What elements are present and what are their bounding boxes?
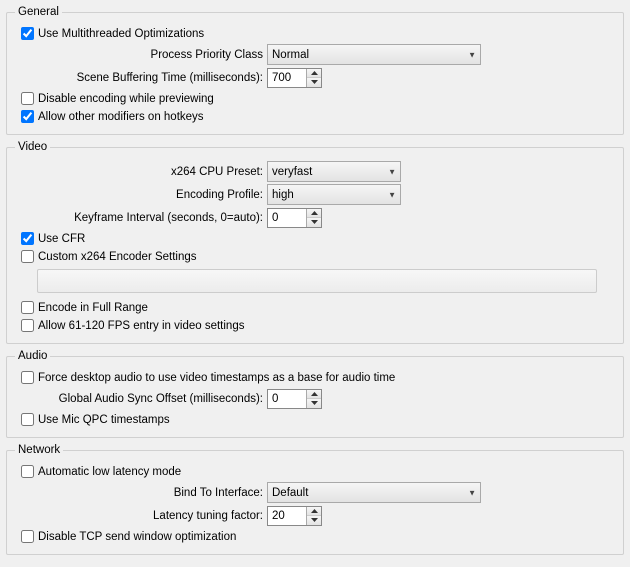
full-range-checkbox[interactable] (21, 301, 34, 314)
sync-input[interactable] (268, 390, 306, 408)
mic-qpc-label: Use Mic QPC timestamps (38, 414, 170, 426)
preset-select[interactable]: veryfast (267, 161, 401, 182)
network-legend: Network (15, 444, 63, 456)
general-group: General Use Multithreaded Optimizations … (6, 6, 624, 135)
use-cfr-label: Use CFR (38, 233, 85, 245)
disable-tcp-label: Disable TCP send window optimization (38, 531, 236, 543)
custom-x264-settings-box (37, 269, 597, 293)
force-desktop-checkbox[interactable] (21, 371, 34, 384)
video-legend: Video (15, 141, 50, 153)
allow-modifiers-row[interactable]: Allow other modifiers on hotkeys (21, 108, 615, 125)
spin-up-icon[interactable] (307, 390, 321, 400)
allow-61-120-checkbox[interactable] (21, 319, 34, 332)
keyframe-label: Keyframe Interval (seconds, 0=auto): (15, 212, 267, 224)
audio-group: Audio Force desktop audio to use video t… (6, 350, 624, 438)
mic-qpc-checkbox[interactable] (21, 413, 34, 426)
buffering-spinner[interactable] (267, 68, 322, 88)
use-multithreaded-row[interactable]: Use Multithreaded Optimizations (21, 25, 615, 42)
keyframe-spinner[interactable] (267, 208, 322, 228)
use-cfr-checkbox[interactable] (21, 232, 34, 245)
force-desktop-label: Force desktop audio to use video timesta… (38, 372, 395, 384)
network-group: Network Automatic low latency mode Bind … (6, 444, 624, 555)
allow-modifiers-checkbox[interactable] (21, 110, 34, 123)
custom-x264-label: Custom x264 Encoder Settings (38, 251, 197, 263)
use-cfr-row[interactable]: Use CFR (21, 230, 615, 247)
spin-down-icon[interactable] (307, 218, 321, 227)
spin-down-icon[interactable] (307, 399, 321, 408)
sync-spinner[interactable] (267, 389, 322, 409)
spin-up-icon[interactable] (307, 507, 321, 517)
allow-modifiers-label: Allow other modifiers on hotkeys (38, 111, 204, 123)
general-legend: General (15, 6, 62, 18)
allow-61-120-row[interactable]: Allow 61-120 FPS entry in video settings (21, 317, 615, 334)
audio-legend: Audio (15, 350, 50, 362)
custom-x264-checkbox[interactable] (21, 250, 34, 263)
buffering-input[interactable] (268, 69, 306, 87)
keyframe-input[interactable] (268, 209, 306, 227)
latency-spinner[interactable] (267, 506, 322, 526)
full-range-row[interactable]: Encode in Full Range (21, 299, 615, 316)
auto-low-latency-row[interactable]: Automatic low latency mode (21, 463, 615, 480)
force-desktop-row[interactable]: Force desktop audio to use video timesta… (21, 369, 615, 386)
profile-label: Encoding Profile: (15, 189, 267, 201)
latency-label: Latency tuning factor: (15, 510, 267, 522)
sync-label: Global Audio Sync Offset (milliseconds): (15, 393, 267, 405)
spin-up-icon[interactable] (307, 69, 321, 79)
spin-down-icon[interactable] (307, 78, 321, 87)
preset-label: x264 CPU Preset: (15, 166, 267, 178)
disable-tcp-row[interactable]: Disable TCP send window optimization (21, 528, 615, 545)
video-group: Video x264 CPU Preset: veryfast ▼ Encodi… (6, 141, 624, 344)
priority-select[interactable]: Normal (267, 44, 481, 65)
use-multithreaded-label: Use Multithreaded Optimizations (38, 28, 204, 40)
bind-label: Bind To Interface: (15, 487, 267, 499)
full-range-label: Encode in Full Range (38, 302, 148, 314)
buffering-label: Scene Buffering Time (milliseconds): (15, 72, 267, 84)
disable-encoding-checkbox[interactable] (21, 92, 34, 105)
bind-select[interactable]: Default (267, 482, 481, 503)
latency-input[interactable] (268, 507, 306, 525)
auto-low-latency-checkbox[interactable] (21, 465, 34, 478)
disable-tcp-checkbox[interactable] (21, 530, 34, 543)
priority-label: Process Priority Class (15, 49, 267, 61)
auto-low-latency-label: Automatic low latency mode (38, 466, 181, 478)
profile-select[interactable]: high (267, 184, 401, 205)
allow-61-120-label: Allow 61-120 FPS entry in video settings (38, 320, 244, 332)
mic-qpc-row[interactable]: Use Mic QPC timestamps (21, 411, 615, 428)
disable-encoding-row[interactable]: Disable encoding while previewing (21, 90, 615, 107)
spin-up-icon[interactable] (307, 209, 321, 219)
spin-down-icon[interactable] (307, 516, 321, 525)
use-multithreaded-checkbox[interactable] (21, 27, 34, 40)
disable-encoding-label: Disable encoding while previewing (38, 93, 214, 105)
custom-x264-row[interactable]: Custom x264 Encoder Settings (21, 248, 615, 265)
